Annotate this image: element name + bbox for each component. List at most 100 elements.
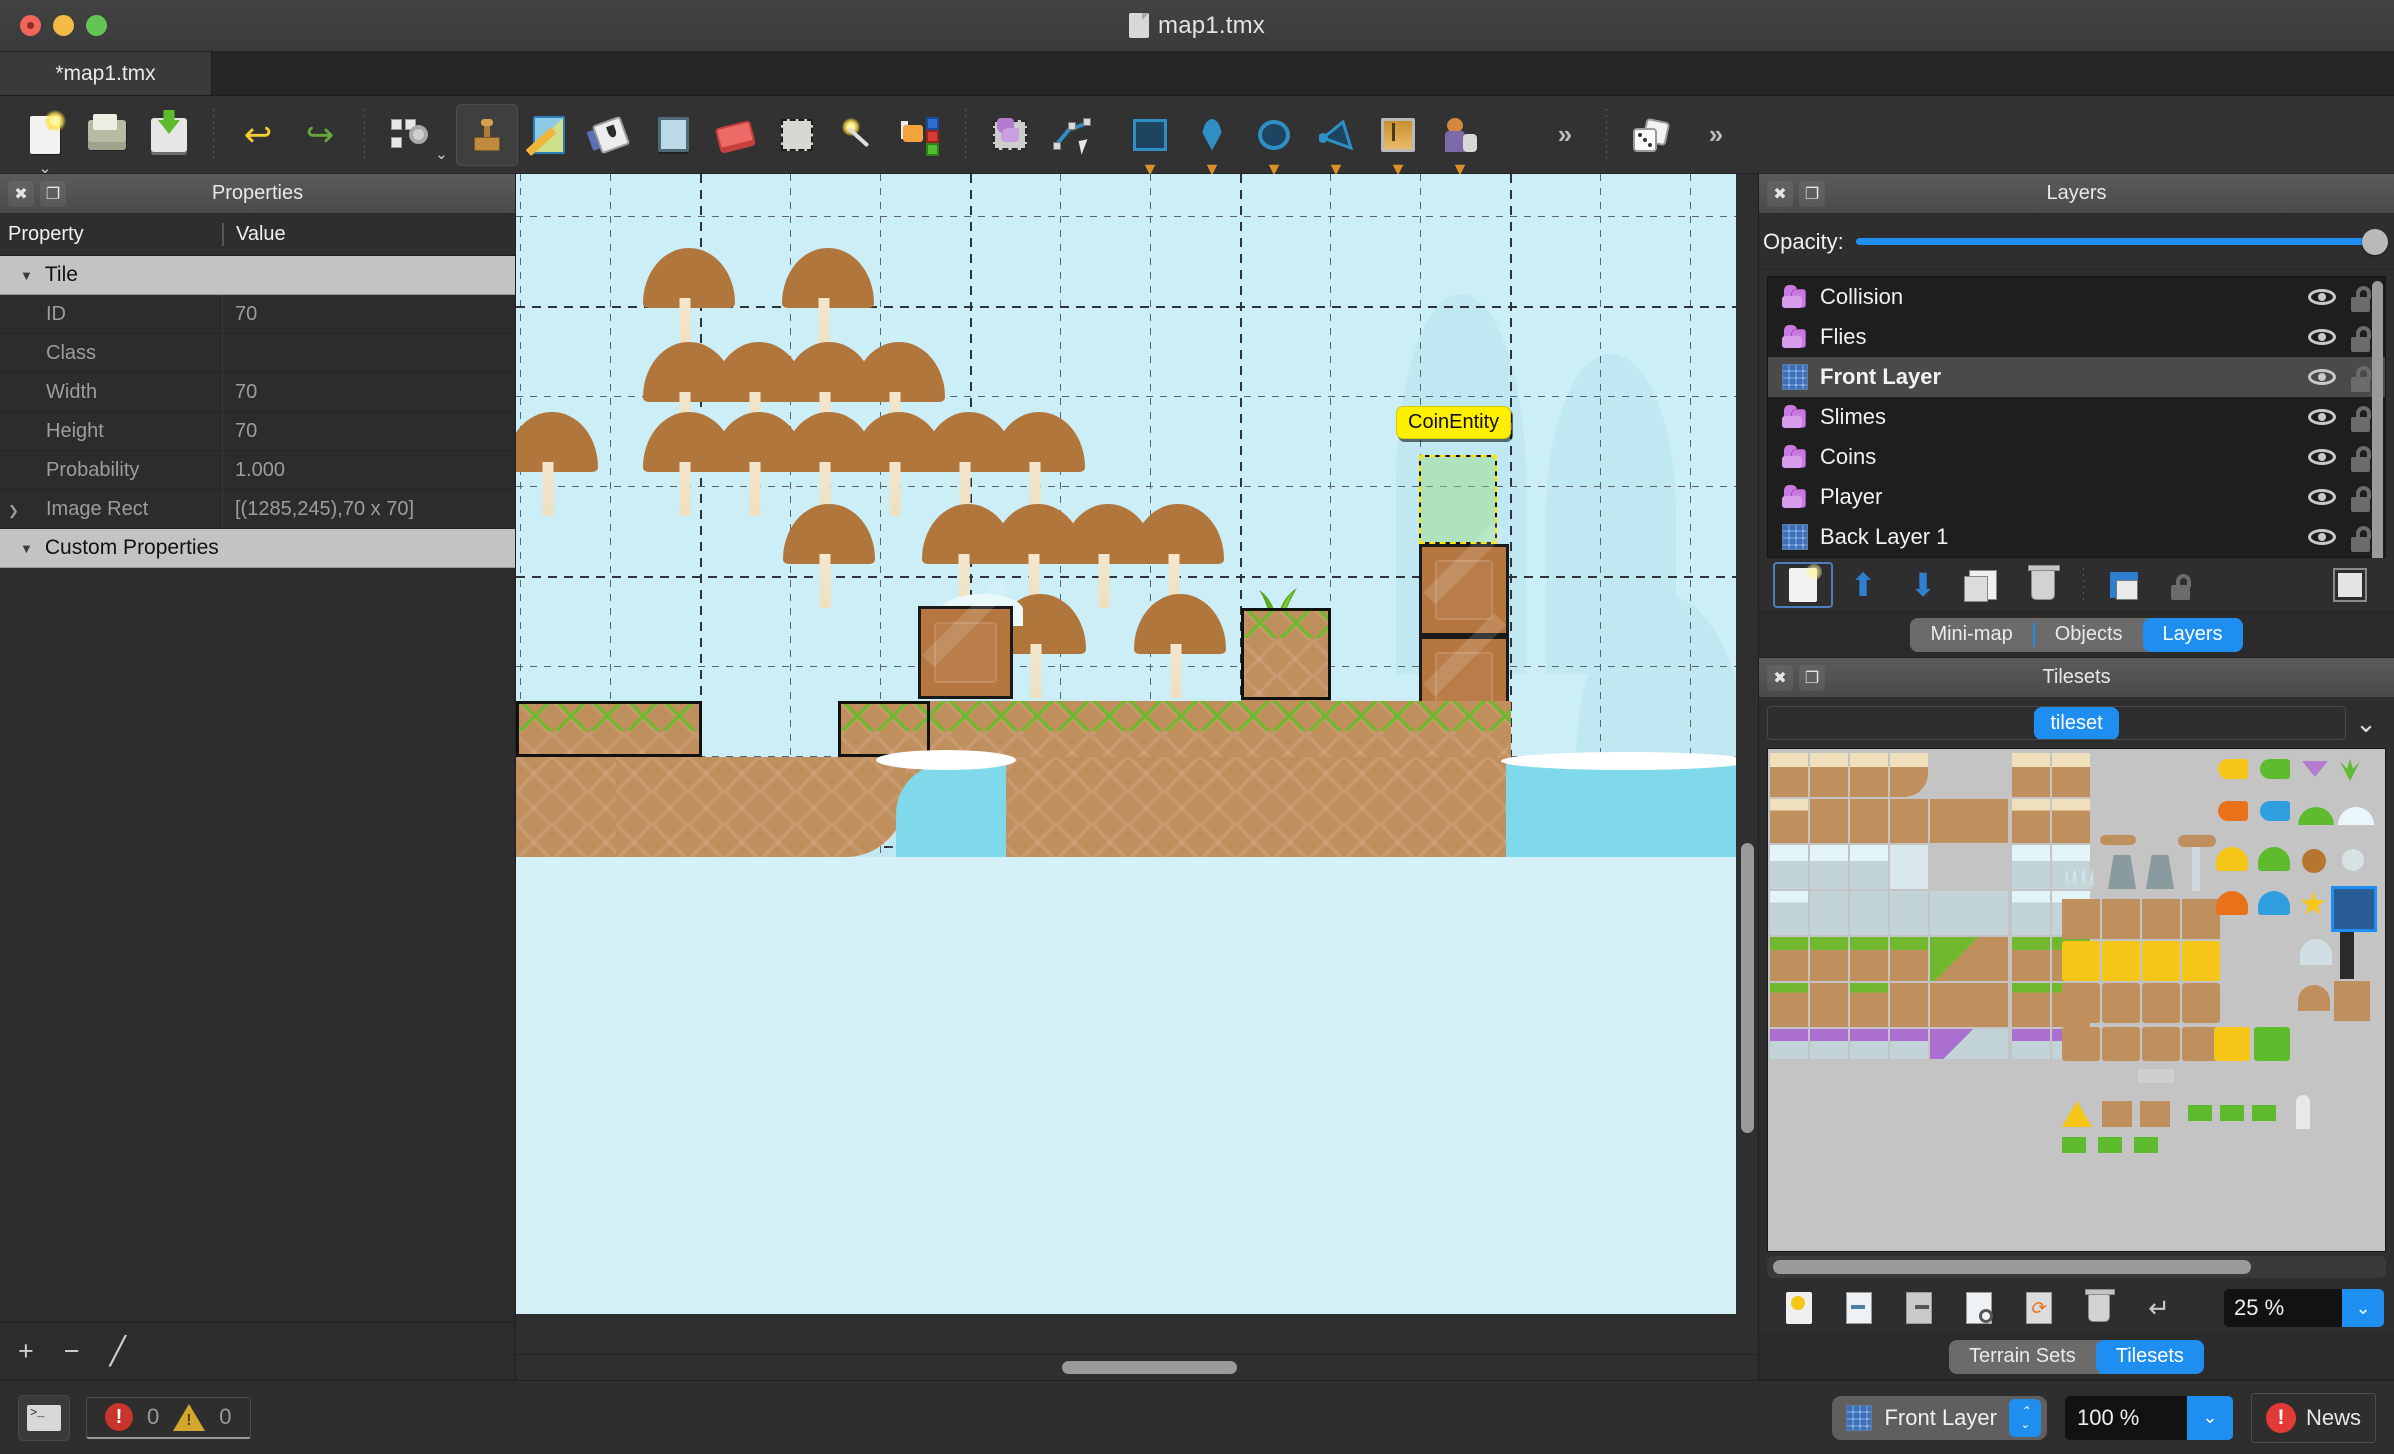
new-tileset-button[interactable] — [1769, 1285, 1829, 1331]
property-value-id[interactable]: 70 — [222, 295, 515, 333]
tileset-tile[interactable] — [1930, 799, 2008, 843]
tileset-tile[interactable] — [1810, 983, 1848, 1027]
canvas-vertical-scroll-thumb[interactable] — [1741, 843, 1754, 1134]
property-group-tile[interactable]: ▼ Tile — [0, 256, 515, 295]
tileset-tile[interactable] — [1770, 1029, 1808, 1059]
wood-block-tile[interactable] — [2182, 983, 2220, 1023]
canvas-horizontal-scroll-thumb[interactable] — [1062, 1361, 1238, 1374]
tileset-tile[interactable] — [2012, 937, 2050, 981]
object-label-coin-entity[interactable]: CoinEntity — [1396, 406, 1512, 439]
layer-visibility-toggle[interactable] — [2307, 322, 2337, 352]
layer-row-collision[interactable]: Collision — [1768, 277, 2385, 317]
float-panel-icon[interactable]: ❐ — [1799, 180, 1825, 207]
layer-visibility-toggle[interactable] — [2307, 402, 2337, 432]
randomize-button[interactable] — [1620, 104, 1682, 166]
tab-tilesets[interactable]: Tilesets — [2095, 1339, 2204, 1374]
issues-indicator[interactable]: ! 0 0 — [86, 1396, 251, 1439]
layer-visibility-toggle[interactable] — [2307, 442, 2337, 472]
console-toggle-button[interactable] — [18, 1394, 70, 1441]
close-icon[interactable]: ✖ — [1767, 664, 1793, 691]
tileset-tile[interactable] — [2012, 891, 2050, 935]
tileset-tile[interactable] — [1850, 1029, 1888, 1059]
property-value-class[interactable] — [222, 334, 515, 372]
toggle-other-layers-button[interactable] — [2094, 562, 2154, 608]
tileset-tile[interactable] — [1890, 799, 1928, 843]
tileset-tile[interactable] — [1810, 937, 1848, 981]
property-group-custom-properties[interactable]: ▼ Custom Properties — [0, 529, 515, 568]
layer-visibility-toggle[interactable] — [2307, 362, 2337, 392]
layer-visibility-toggle[interactable] — [2307, 522, 2337, 552]
float-panel-icon[interactable]: ❐ — [1799, 664, 1825, 691]
insert-point-tool[interactable]: ▼ — [1181, 104, 1243, 178]
opacity-slider[interactable] — [1855, 228, 2388, 255]
layer-row-player[interactable]: Player — [1768, 477, 2385, 517]
tileset-tile[interactable] — [1850, 799, 1888, 843]
zoom-level-combo[interactable]: 100 % ⌄ — [2064, 1395, 2233, 1440]
map-viewport[interactable]: CoinEntity — [516, 174, 1758, 1354]
minimize-window-button[interactable] — [53, 15, 74, 36]
tileset-tile[interactable] — [1930, 983, 2008, 1027]
chevron-right-icon[interactable]: ❯ — [8, 503, 30, 519]
tile-crate[interactable] — [918, 579, 1013, 699]
magic-wand-tool[interactable] — [828, 104, 890, 166]
select-objects-tool[interactable] — [979, 104, 1041, 166]
crate-tile[interactable] — [2142, 1027, 2180, 1061]
map-properties-button[interactable]: ⌄ — [378, 104, 448, 166]
tileset-tile[interactable] — [1890, 753, 1928, 797]
tileset-tile[interactable] — [1930, 845, 2008, 889]
property-row-id[interactable]: ID 70 — [0, 295, 515, 334]
coin-block-tile[interactable] — [2142, 941, 2180, 981]
layers-list[interactable]: Collision Flies Front Layer Slimes Coins… — [1767, 276, 2386, 601]
coin-block-tile[interactable] — [2182, 941, 2220, 981]
eraser-tool[interactable] — [704, 104, 766, 166]
layer-row-coins[interactable]: Coins — [1768, 437, 2385, 477]
document-tab-map1[interactable]: *map1.tmx — [0, 52, 212, 95]
toolbar-overflow-button[interactable]: » — [1531, 104, 1593, 166]
news-button[interactable]: ! News — [2250, 1392, 2376, 1443]
layers-list-scrollbar[interactable] — [2372, 281, 2383, 601]
tileset-tile[interactable] — [1810, 799, 1848, 843]
tileset-tile[interactable] — [1770, 891, 1808, 935]
undo-button[interactable]: ↩ — [227, 104, 289, 166]
zoom-level-value[interactable]: 100 % — [2065, 1405, 2187, 1431]
tileset-tile[interactable] — [1850, 845, 1888, 889]
tileset-tile[interactable] — [1770, 937, 1808, 981]
crate-x-tile[interactable] — [2102, 1027, 2140, 1061]
layer-stepper[interactable]: ⌃ ⌄ — [2008, 1398, 2041, 1437]
property-row-height[interactable]: Height 70 — [0, 412, 515, 451]
tileset-tile[interactable] — [1770, 983, 1808, 1027]
tileset-tile[interactable] — [1810, 753, 1848, 797]
close-window-button[interactable] — [20, 15, 41, 36]
insert-polygon-tool[interactable]: ▼ — [1305, 104, 1367, 178]
tileset-zoom-value[interactable]: 25 % — [2224, 1295, 2342, 1321]
tileset-horizontal-scroll-thumb[interactable] — [1773, 1260, 2251, 1274]
tileset-tile[interactable] — [2052, 753, 2090, 797]
question-block-tile[interactable] — [2102, 941, 2140, 981]
tileset-tile[interactable] — [1850, 937, 1888, 981]
tileset-tile[interactable] — [1930, 753, 2008, 797]
move-layer-down-button[interactable]: ⬇ — [1893, 562, 1953, 608]
layer-row-flies[interactable]: Flies — [1768, 317, 2385, 357]
lock-other-layers-button[interactable] — [2154, 562, 2214, 608]
chevron-down-icon[interactable]: ⌄ — [2346, 708, 2386, 739]
map-canvas[interactable]: CoinEntity — [516, 174, 1751, 1314]
tab-layers[interactable]: Layers — [2142, 617, 2243, 652]
property-value-width[interactable]: 70 — [222, 373, 515, 411]
insert-ellipse-tool[interactable]: ▼ — [1243, 104, 1305, 178]
tileset-tile[interactable] — [2012, 845, 2050, 889]
highlight-current-layer-button[interactable] — [2320, 562, 2380, 608]
dynamic-wrapping-button[interactable]: ↵ — [2129, 1285, 2189, 1331]
replace-tileset-button[interactable]: ⟳ — [2009, 1285, 2069, 1331]
new-layer-button[interactable] — [1773, 562, 1833, 608]
tileset-tile[interactable] — [2052, 799, 2090, 843]
tile-ground-lower[interactable] — [948, 757, 1508, 857]
layer-visibility-toggle[interactable] — [2307, 482, 2337, 512]
tileset-horizontal-scrollbar[interactable] — [1767, 1256, 2386, 1278]
edit-polygons-tool[interactable] — [1041, 104, 1103, 166]
layer-visibility-toggle[interactable] — [2307, 282, 2337, 312]
tileset-zoom-combo[interactable]: 25 % ⌄ — [2224, 1289, 2384, 1327]
tileset-tile[interactable] — [1930, 937, 2008, 981]
export-tileset-button[interactable] — [1889, 1285, 1949, 1331]
tileset-tile[interactable] — [2012, 753, 2050, 797]
tileset-tile[interactable] — [1890, 845, 1928, 889]
